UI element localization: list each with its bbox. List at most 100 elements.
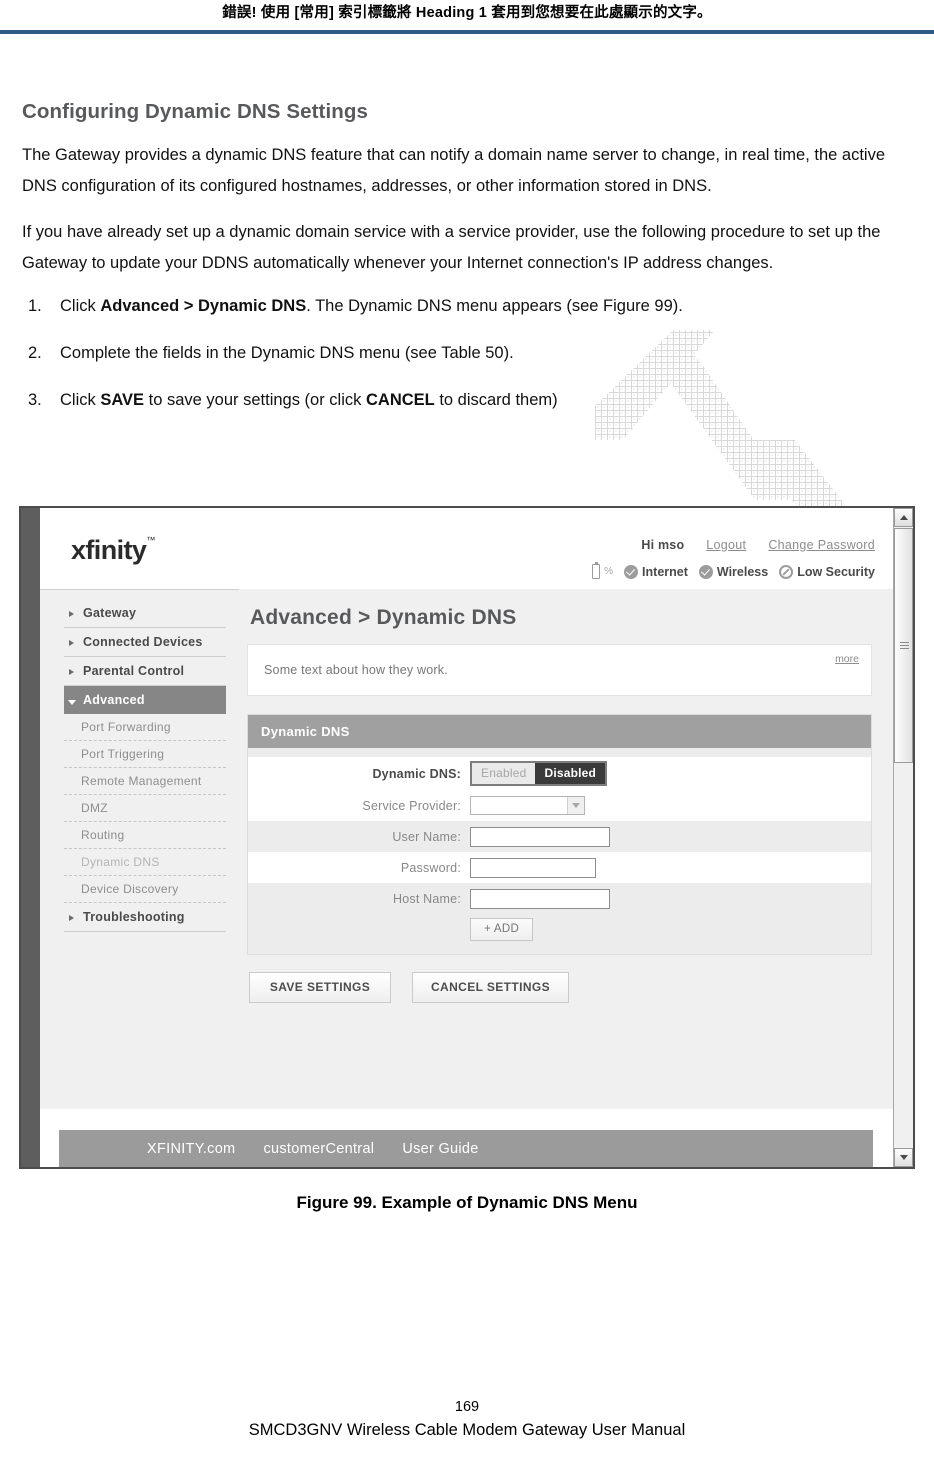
footer-link-user-guide[interactable]: User Guide bbox=[402, 1141, 478, 1157]
sidebar-subitem-dynamic-dns[interactable]: Dynamic DNS bbox=[64, 849, 226, 876]
save-settings-button[interactable]: SAVE SETTINGS bbox=[249, 972, 391, 1003]
footer-link-customercentral[interactable]: customerCentral bbox=[263, 1141, 374, 1157]
step-number: 3. bbox=[28, 391, 42, 409]
password-control bbox=[470, 857, 596, 878]
vertical-scrollbar[interactable] bbox=[893, 508, 913, 1167]
panel-row-spacer bbox=[248, 748, 871, 757]
sidebar-subitem-port-triggering[interactable]: Port Triggering bbox=[64, 741, 226, 768]
paragraph-2: If you have already set up a dynamic dom… bbox=[22, 223, 881, 272]
service-provider-select[interactable] bbox=[470, 796, 585, 815]
row-dynamic-dns-toggle: Dynamic DNS: Enabled Disabled bbox=[248, 757, 871, 790]
service-provider-control bbox=[470, 796, 585, 815]
more-link[interactable]: more bbox=[835, 653, 859, 665]
status-wireless-label: Wireless bbox=[716, 564, 769, 579]
sidebar-subitem-label: Remote Management bbox=[81, 774, 202, 788]
alert-circle-icon bbox=[779, 564, 794, 579]
step-text: Complete the fields in the Dynamic DNS m… bbox=[60, 344, 514, 362]
row-add-button: + ADD bbox=[248, 914, 871, 945]
sidebar-subitem-routing[interactable]: Routing bbox=[64, 822, 226, 849]
sidebar-nav: Gateway Connected Devices Parental Control… bbox=[40, 589, 239, 1109]
procedure-step: 2. Complete the fields in the Dynamic DNS… bbox=[22, 341, 912, 365]
scroll-down-button[interactable] bbox=[894, 1148, 913, 1167]
sidebar-item-parental-control[interactable]: Parental Control bbox=[64, 657, 226, 686]
sidebar-subitem-remote-management[interactable]: Remote Management bbox=[64, 768, 226, 795]
footer-link-xfinity-com[interactable]: XFINITY.com bbox=[147, 1141, 235, 1157]
step-number: 1. bbox=[28, 297, 42, 315]
sidebar-item-label: Advanced bbox=[83, 693, 145, 707]
sidebar-item-connected-devices[interactable]: Connected Devices bbox=[64, 628, 226, 657]
check-circle-icon bbox=[698, 564, 713, 579]
chevron-down-icon[interactable] bbox=[567, 797, 584, 814]
page-title: Configuring Dynamic DNS Settings bbox=[22, 100, 369, 123]
logout-link[interactable]: Logout bbox=[706, 538, 746, 552]
figure-left-gutter bbox=[21, 508, 40, 1167]
row-service-provider: Service Provider: bbox=[248, 790, 871, 821]
sidebar-item-gateway[interactable]: Gateway bbox=[64, 599, 226, 628]
chevron-right-icon bbox=[69, 640, 74, 646]
battery-status: % bbox=[592, 562, 614, 579]
change-password-link[interactable]: Change Password bbox=[768, 538, 875, 552]
page-number: 169 bbox=[454, 1399, 480, 1415]
sidebar-subitem-dmz[interactable]: DMZ bbox=[64, 795, 226, 822]
procedure-step: 3. Click SAVE to save your settings (or c… bbox=[22, 388, 912, 412]
info-panel: Some text about how they work. more bbox=[247, 644, 872, 696]
battery-percent-label: % bbox=[604, 566, 614, 577]
panel-row-spacer-bottom bbox=[248, 945, 871, 954]
panel-body: Dynamic DNS: Enabled Disabled Service Pr… bbox=[248, 748, 871, 954]
step-text-emphasis: Advanced > Dynamic DNS bbox=[100, 297, 307, 315]
procedure-step: 1. Click Advanced > Dynamic DNS. The Dyna… bbox=[22, 294, 912, 318]
figure-screenshot: xfinity™ Hi mso Logout Change Password %… bbox=[19, 506, 915, 1169]
sidebar-item-label: Troubleshooting bbox=[83, 910, 185, 924]
user-name-control bbox=[470, 826, 610, 847]
step-text-emphasis: CANCEL bbox=[365, 391, 435, 409]
form-actions: SAVE SETTINGS CANCEL SETTINGS bbox=[249, 972, 872, 1003]
cancel-settings-button[interactable]: CANCEL SETTINGS bbox=[412, 972, 569, 1003]
main-content: Advanced > Dynamic DNS Some text about h… bbox=[239, 589, 893, 1109]
paragraph-1: The Gateway provides a dynamic DNS featu… bbox=[22, 146, 886, 195]
gateway-admin-ui: xfinity™ Hi mso Logout Change Password %… bbox=[40, 508, 893, 1167]
account-bar: Hi mso Logout Change Password bbox=[641, 538, 875, 552]
step-text: to discard them) bbox=[434, 391, 558, 409]
page-footer: 169 SMCD3GNV Wireless Cable Modem Gatewa… bbox=[0, 1396, 934, 1442]
ui-body: Gateway Connected Devices Parental Control… bbox=[40, 589, 893, 1109]
sidebar-subitem-label: Port Triggering bbox=[81, 747, 165, 761]
sidebar-item-advanced[interactable]: Advanced bbox=[64, 686, 226, 714]
sidebar-subitem-device-discovery[interactable]: Device Discovery bbox=[64, 876, 226, 903]
brand-name: xfinity bbox=[71, 535, 147, 565]
sidebar-subitem-label: Routing bbox=[81, 828, 125, 842]
host-name-label: Host Name: bbox=[393, 891, 461, 906]
sidebar-item-troubleshooting[interactable]: Troubleshooting bbox=[64, 903, 226, 932]
add-button[interactable]: + ADD bbox=[470, 918, 534, 941]
battery-icon bbox=[592, 562, 601, 579]
step-number: 2. bbox=[28, 344, 42, 362]
sidebar-subitem-label: Dynamic DNS bbox=[81, 855, 160, 869]
password-input[interactable] bbox=[470, 857, 596, 878]
status-internet-label: Internet bbox=[642, 564, 688, 579]
toggle-enabled-option[interactable]: Enabled bbox=[472, 763, 536, 784]
user-name-input[interactable] bbox=[470, 826, 610, 847]
manual-title: SMCD3GNV Wireless Cable Modem Gateway Us… bbox=[248, 1421, 686, 1439]
host-name-input[interactable] bbox=[470, 888, 610, 909]
scroll-up-button[interactable] bbox=[894, 508, 913, 527]
check-circle-icon bbox=[624, 564, 639, 579]
dynamic-dns-panel: Dynamic DNS Dynamic DNS: Enabled Disable… bbox=[247, 714, 872, 955]
status-bar: % Internet Wireless Low Security bbox=[592, 562, 875, 579]
sidebar-item-label: Gateway bbox=[83, 606, 137, 620]
step-text: Click bbox=[60, 391, 101, 409]
toggle-disabled-option[interactable]: Disabled bbox=[535, 763, 606, 784]
scrollbar-thumb[interactable] bbox=[894, 528, 913, 763]
step-text-emphasis: SAVE bbox=[100, 391, 145, 409]
service-provider-value bbox=[471, 797, 567, 814]
sidebar-item-label: Connected Devices bbox=[83, 635, 203, 649]
procedure-steps: 1. Click Advanced > Dynamic DNS. The Dyna… bbox=[22, 294, 912, 412]
dynamic-dns-toggle[interactable]: Enabled Disabled bbox=[470, 761, 608, 786]
row-user-name: User Name: bbox=[248, 821, 871, 852]
host-name-control bbox=[470, 888, 610, 909]
step-text: to save your settings (or click bbox=[144, 391, 366, 409]
sidebar-subitem-port-forwarding[interactable]: Port Forwarding bbox=[64, 714, 226, 741]
password-label: Password: bbox=[400, 860, 461, 875]
breadcrumb-title: Advanced > Dynamic DNS bbox=[250, 606, 517, 629]
running-header: 錯誤! 使用 [常用] 索引標籤將 Heading 1 套用到您想要在此處顯示的… bbox=[0, 0, 934, 34]
sidebar-subitem-label: Port Forwarding bbox=[81, 720, 171, 734]
running-header-text: 錯誤! 使用 [常用] 索引標籤將 Heading 1 套用到您想要在此處顯示的… bbox=[222, 5, 712, 21]
